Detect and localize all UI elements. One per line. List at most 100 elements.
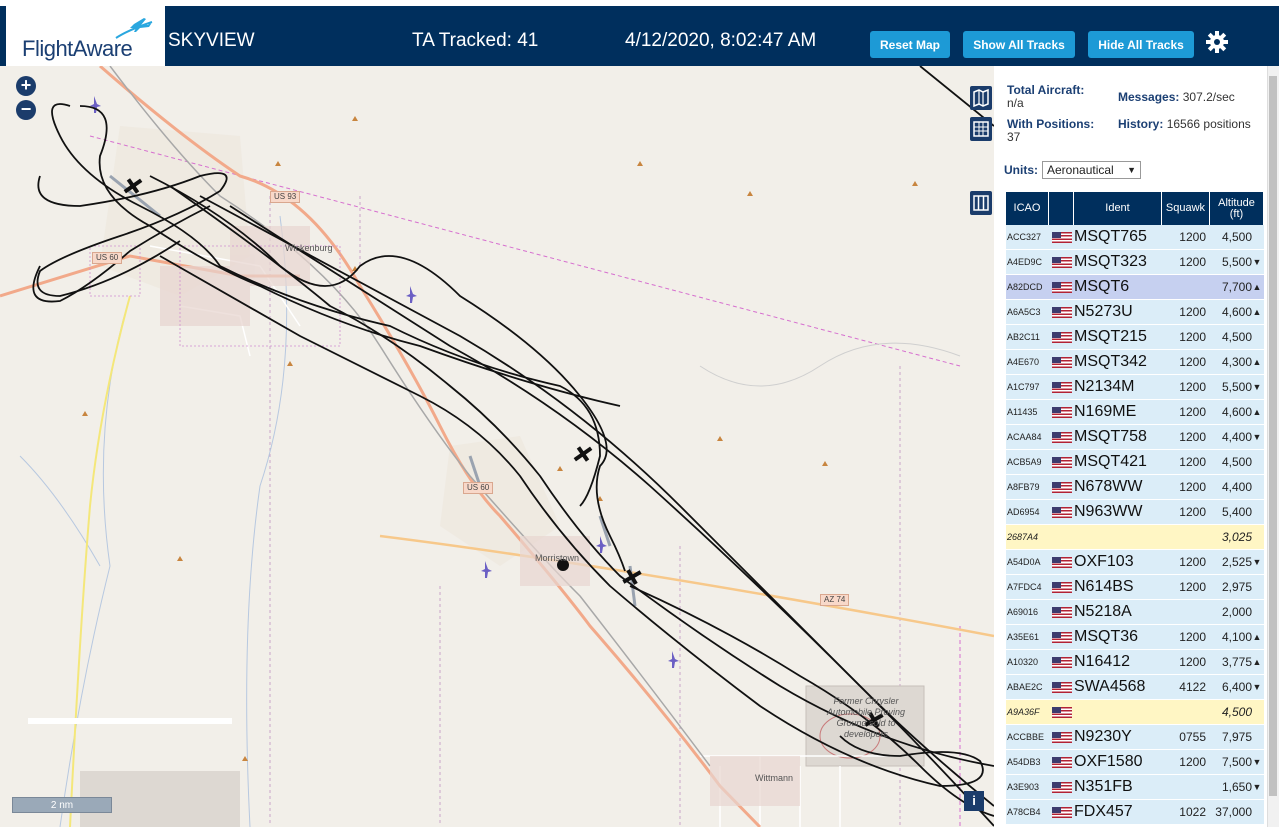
table-row[interactable]: A1C797 N2134M 1200 5,500 ▼	[1006, 375, 1264, 400]
column-header-icao[interactable]: ICAO	[1006, 192, 1049, 225]
table-row[interactable]: A4E670 MSQT342 1200 4,300 ▲	[1006, 350, 1264, 375]
table-row[interactable]: A78CB4 FDX457 1022 37,000	[1006, 800, 1264, 825]
cell-flag	[1049, 400, 1074, 425]
zoom-out-button[interactable]: −	[16, 100, 36, 120]
table-row[interactable]: A3E903 N351FB 1,650 ▼	[1006, 775, 1264, 800]
table-row[interactable]: ACB5A9 MSQT421 1200 4,500	[1006, 450, 1264, 475]
road-shield-us60-south: US 60	[463, 482, 494, 494]
table-row[interactable]: A69016 N5218A 2,000	[1006, 600, 1264, 625]
us-flag-icon	[1051, 431, 1072, 443]
us-flag-icon	[1051, 406, 1072, 418]
us-flag-icon	[1051, 581, 1072, 593]
cell-flag	[1049, 800, 1074, 825]
info-button[interactable]: i	[964, 791, 984, 811]
cell-ident: MSQT323	[1074, 253, 1147, 270]
stat-history: History: 16566 positions	[1118, 118, 1258, 131]
cell-ident	[1074, 700, 1162, 725]
reset-map-button[interactable]: Reset Map	[870, 31, 950, 58]
zoom-in-button[interactable]: +	[16, 76, 36, 96]
table-row[interactable]: A8FB79 N678WW 1200 4,400	[1006, 475, 1264, 500]
cell-icao: A7FDC4	[1007, 582, 1042, 592]
cell-altitude: 2,975	[1210, 575, 1264, 600]
cell-icao: A6A5C3	[1007, 307, 1041, 317]
cell-ident: N2134M	[1074, 378, 1135, 395]
altitude-trend-icon: ▼	[1252, 557, 1262, 567]
cell-altitude: 4,400 ▼	[1210, 425, 1264, 450]
grid-layer-icon[interactable]	[970, 117, 992, 141]
table-row[interactable]: A6A5C3 N5273U 1200 4,600 ▲	[1006, 300, 1264, 325]
table-row[interactable]: AB2C11 MSQT215 1200 4,500	[1006, 325, 1264, 350]
map-scale-label: 2 nm	[12, 797, 112, 813]
cell-icao: AB2C11	[1007, 332, 1040, 342]
table-row[interactable]: A54D0A OXF103 1200 2,525 ▼	[1006, 550, 1264, 575]
us-flag-icon	[1051, 606, 1072, 618]
skyview-app: SKYVIEW TA Tracked: 41 4/12/2020, 8:02:4…	[0, 0, 1279, 827]
altitude-value: 3,025	[1221, 530, 1252, 544]
place-label-morristown: Morristown	[535, 553, 580, 563]
cell-icao: A69016	[1007, 607, 1039, 617]
cell-icao: AD6954	[1007, 507, 1040, 517]
table-row[interactable]: ACC327 MSQT765 1200 4,500	[1006, 225, 1264, 250]
altitude-trend-icon: ▼	[1252, 382, 1262, 392]
table-row[interactable]: A9A36F 4,500	[1006, 700, 1264, 725]
map-area[interactable]: + − Wickenburg Morristown Wittmann Forme…	[0, 66, 994, 827]
sidebar-scrollbar-thumb[interactable]	[1269, 76, 1277, 796]
cell-ident: N351FB	[1074, 778, 1133, 795]
altitude-value: 2,000	[1221, 605, 1252, 619]
column-header-squawk[interactable]: Squawk	[1162, 192, 1210, 225]
altitude-trend-icon: ▼	[1252, 682, 1262, 692]
us-flag-icon	[1051, 656, 1072, 668]
table-row[interactable]: A54DB3 OXF1580 1200 7,500 ▼	[1006, 750, 1264, 775]
cell-flag	[1049, 675, 1074, 700]
cell-altitude: 3,025	[1210, 525, 1264, 550]
cell-flag	[1049, 575, 1074, 600]
cell-altitude: 4,100 ▲	[1210, 625, 1264, 650]
table-row[interactable]: AD6954 N963WW 1200 5,400	[1006, 500, 1264, 525]
show-all-tracks-button[interactable]: Show All Tracks	[963, 31, 1075, 58]
cell-icao: ACAA84	[1007, 432, 1042, 442]
columns-toggle-icon[interactable]	[970, 191, 992, 215]
cell-flag	[1049, 775, 1074, 800]
cell-icao: A8FB79	[1007, 482, 1040, 492]
table-row[interactable]: ACCBBE N9230Y 0755 7,975	[1006, 725, 1264, 750]
table-row[interactable]: A11435 N169ME 1200 4,600 ▲	[1006, 400, 1264, 425]
units-selected-value: Aeronautical	[1047, 163, 1114, 177]
cell-squawk: 1200	[1179, 480, 1206, 494]
table-row[interactable]: ACAA84 MSQT758 1200 4,400 ▼	[1006, 425, 1264, 450]
column-header-ident[interactable]: Ident	[1074, 192, 1162, 225]
altitude-value: 6,400	[1221, 680, 1252, 694]
table-row[interactable]: A82DCD MSQT6 7,700 ▲	[1006, 275, 1264, 300]
us-flag-icon	[1051, 756, 1072, 768]
us-flag-icon	[1051, 306, 1072, 318]
units-select[interactable]: Aeronautical ▼	[1042, 161, 1141, 179]
us-flag-icon	[1051, 256, 1072, 268]
stat-positions-value: 37	[1007, 130, 1021, 144]
altitude-value: 4,600	[1221, 305, 1252, 319]
flightaware-logo[interactable]: FlightAware	[6, 6, 165, 66]
column-header-flag[interactable]	[1049, 192, 1074, 225]
cell-squawk	[1162, 525, 1210, 550]
table-row[interactable]: A7FDC4 N614BS 1200 2,975	[1006, 575, 1264, 600]
altitude-trend-icon: ▲	[1252, 357, 1262, 367]
hide-all-tracks-button[interactable]: Hide All Tracks	[1088, 31, 1194, 58]
cell-flag	[1049, 325, 1074, 350]
table-row[interactable]: A4ED9C MSQT323 1200 5,500 ▼	[1006, 250, 1264, 275]
stat-history-value: 16566 positions	[1166, 117, 1251, 131]
units-row: Units: Aeronautical ▼	[1004, 161, 1141, 179]
cell-ident: OXF103	[1074, 553, 1134, 570]
logo-plane-icon	[115, 18, 153, 39]
gear-icon[interactable]	[1205, 30, 1229, 54]
altitude-value: 4,100	[1221, 630, 1252, 644]
altitude-trend-icon: ▲	[1252, 407, 1262, 417]
table-row[interactable]: A35E61 MSQT36 1200 4,100 ▲	[1006, 625, 1264, 650]
column-header-altitude[interactable]: Altitude (ft)	[1210, 192, 1264, 225]
table-row[interactable]: 2687A4 3,025	[1006, 525, 1264, 550]
us-flag-icon	[1051, 456, 1072, 468]
cell-icao: 2687A4	[1007, 532, 1039, 542]
cell-ident: N169ME	[1074, 403, 1137, 420]
table-row[interactable]: ABAE2C SWA4568 4122 6,400 ▼	[1006, 675, 1264, 700]
cell-flag	[1049, 275, 1074, 300]
app-title: SKYVIEW	[168, 30, 255, 51]
table-row[interactable]: A10320 N16412 1200 3,775 ▲	[1006, 650, 1264, 675]
map-layer-icon[interactable]	[970, 86, 992, 110]
